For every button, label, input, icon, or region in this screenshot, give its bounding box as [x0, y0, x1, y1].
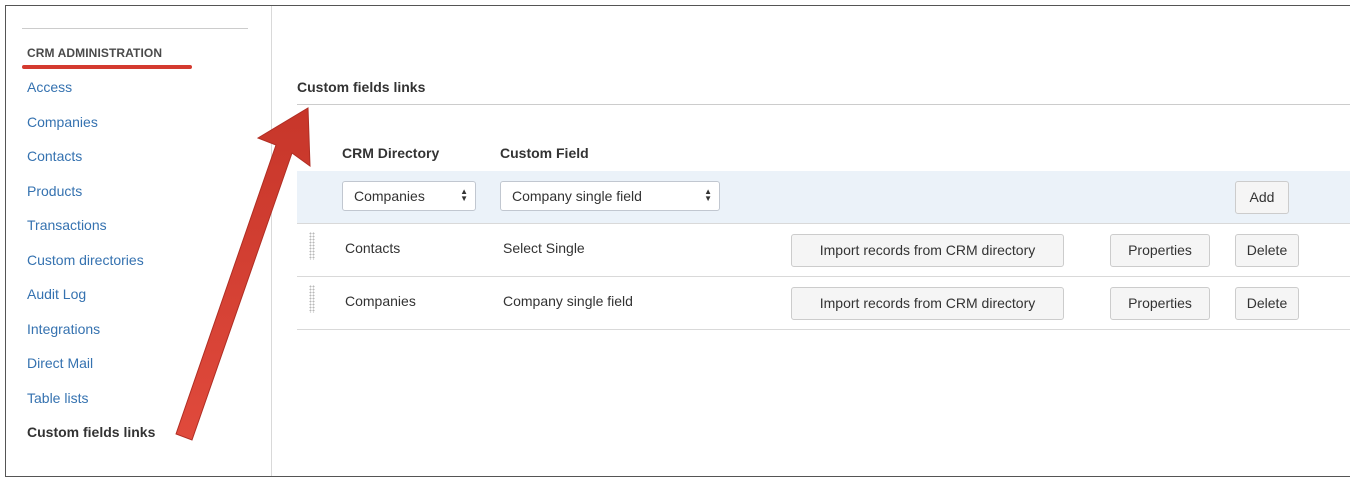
sort-arrows-icon: ▲ ▼ [704, 187, 712, 204]
sidebar-item-direct-mail[interactable]: Direct Mail [27, 354, 155, 389]
properties-button[interactable]: Properties [1110, 287, 1210, 320]
sidebar-heading: CRM ADMINISTRATION [27, 46, 163, 60]
heading-highlight-underline [22, 65, 192, 69]
sidebar-item-transactions[interactable]: Transactions [27, 216, 155, 251]
custom-field-select-value: Company single field [512, 188, 642, 204]
sort-arrows-icon: ▲ ▼ [460, 187, 468, 204]
row-custom-field: Company single field [503, 293, 633, 309]
sidebar-item-integrations[interactable]: Integrations [27, 320, 155, 355]
sidebar-item-contacts[interactable]: Contacts [27, 147, 155, 182]
sidebar-item-table-lists[interactable]: Table lists [27, 389, 155, 424]
drag-handle-icon[interactable] [309, 232, 315, 260]
main-content: Custom fields links CRM Directory Custom… [273, 6, 1350, 476]
sidebar-item-products[interactable]: Products [27, 182, 155, 217]
import-records-button[interactable]: Import records from CRM directory [791, 287, 1064, 320]
table-row: Companies Company single field Import re… [297, 277, 1350, 330]
table-row: Contacts Select Single Import records fr… [297, 224, 1350, 277]
page-title: Custom fields links [297, 79, 426, 95]
import-records-button[interactable]: Import records from CRM directory [791, 234, 1064, 267]
sidebar-item-companies[interactable]: Companies [27, 113, 155, 148]
title-divider [297, 104, 1350, 105]
row-directory: Contacts [345, 240, 401, 256]
sidebar-item-audit-log[interactable]: Audit Log [27, 285, 155, 320]
sidebar-nav: Access Companies Contacts Products Trans… [27, 78, 155, 458]
column-header-custom-field: Custom Field [500, 145, 589, 161]
sidebar-item-access[interactable]: Access [27, 78, 155, 113]
column-header-crm-directory: CRM Directory [342, 145, 440, 161]
crm-directory-select-value: Companies [354, 188, 425, 204]
delete-button[interactable]: Delete [1235, 234, 1299, 267]
add-link-row: Companies ▲ ▼ Company single field ▲ ▼ Add [297, 171, 1350, 224]
sidebar-item-custom-fields-links[interactable]: Custom fields links [27, 423, 155, 458]
custom-field-select[interactable]: Company single field ▲ ▼ [500, 181, 720, 211]
app-frame: CRM ADMINISTRATION Access Companies Cont… [5, 5, 1350, 477]
row-custom-field: Select Single [503, 240, 585, 256]
add-button[interactable]: Add [1235, 181, 1289, 214]
delete-button[interactable]: Delete [1235, 287, 1299, 320]
sidebar-divider [22, 28, 248, 29]
drag-handle-icon[interactable] [309, 285, 315, 313]
properties-button[interactable]: Properties [1110, 234, 1210, 267]
crm-directory-select[interactable]: Companies ▲ ▼ [342, 181, 476, 211]
row-directory: Companies [345, 293, 416, 309]
sidebar-item-custom-directories[interactable]: Custom directories [27, 251, 155, 286]
sidebar: CRM ADMINISTRATION Access Companies Cont… [6, 6, 272, 476]
